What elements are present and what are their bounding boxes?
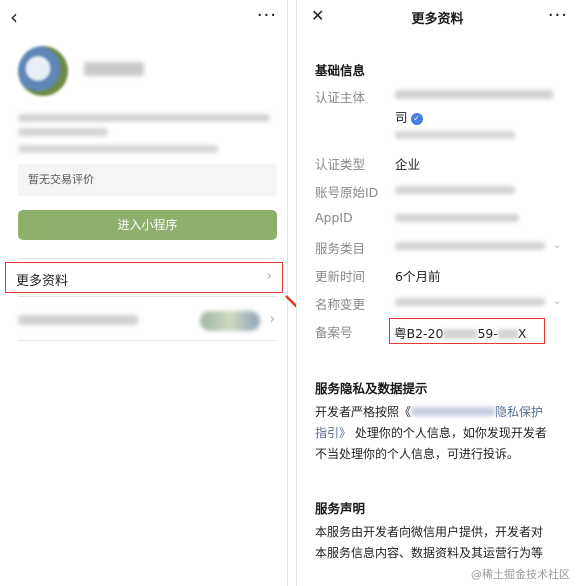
record-number-label: 备案号 [315, 325, 353, 340]
record-number-highlight: 粤B2-20 59- X [389, 318, 545, 344]
more-options-icon[interactable]: ··· [548, 6, 568, 26]
redacted-subject-extra [395, 131, 515, 139]
redacted-subject-value [395, 90, 553, 99]
update-time-value: 6个月前 [395, 269, 441, 284]
statement-paragraph: 本服务由开发者向微信用户提供，开发者对 本服务信息内容、数据资料及其运营行为等 [315, 525, 544, 560]
transaction-evaluation-box: 暂无交易评价 [18, 164, 277, 196]
chevron-right-icon: › [266, 269, 272, 284]
privacy-guide-link[interactable]: 指引》 [315, 426, 351, 440]
appid-label: AppID [315, 210, 353, 225]
redacted-subject-line [18, 145, 218, 153]
name-change-label: 名称变更 [315, 297, 366, 312]
redacted-related-row[interactable] [18, 315, 138, 325]
statement-heading: 服务声明 [315, 501, 366, 516]
divider [18, 258, 277, 259]
type-label: 认证类型 [315, 157, 366, 172]
right-top-bar: ✕ 更多资料 ··· [297, 0, 578, 36]
privacy-heading: 服务隐私及数据提示 [315, 381, 428, 396]
divider [18, 340, 277, 341]
more-info-panel: ✕ 更多资料 ··· 基础信息 认证主体 司 ✓ 认证类型 企业 账号原始ID A… [296, 0, 578, 586]
subject-value: 司 ✓ [395, 107, 423, 126]
back-arrow-icon[interactable]: ‹ [10, 6, 18, 28]
redacted-category [395, 242, 545, 250]
page-title: 更多资料 [411, 12, 464, 27]
redacted-description-line [18, 128, 108, 136]
redacted-app-name [84, 62, 144, 76]
category-label: 服务类目 [315, 241, 366, 256]
redacted-name-change [395, 298, 545, 306]
privacy-paragraph: 开发者严格按照《 隐私保护 指引》 处理你的个人信息，如你发现开发者 不当处理你的… [315, 405, 547, 461]
original-id-label: 账号原始ID [315, 185, 379, 200]
more-info-row[interactable]: 更多资料 › [5, 262, 283, 293]
privacy-guide-link[interactable]: 隐私保护 [495, 405, 543, 419]
subject-label: 认证主体 [315, 90, 366, 105]
verified-badge-icon: ✓ [410, 113, 423, 125]
enter-mini-program-button[interactable]: 进入小程序 [18, 210, 277, 240]
more-info-label: 更多资料 [16, 274, 69, 289]
type-value: 企业 [395, 157, 421, 172]
basic-info-heading: 基础信息 [315, 63, 366, 78]
left-top-bar: ‹ ··· [0, 0, 287, 36]
update-time-label: 更新时间 [315, 269, 366, 284]
mini-program-profile-panel: ‹ ··· 暂无交易评价 进入小程序 更多资料 › › [0, 0, 288, 586]
chevron-down-icon[interactable]: ⌄ [553, 294, 562, 307]
related-app-icons [200, 311, 260, 331]
more-options-icon[interactable]: ··· [257, 6, 277, 26]
record-number-value: 粤B2-20 59- X [394, 326, 527, 341]
redacted-original-id [395, 186, 515, 194]
divider [18, 296, 277, 297]
chevron-down-icon[interactable]: ⌄ [553, 238, 562, 251]
chevron-right-icon[interactable]: › [270, 312, 275, 327]
avatar [18, 46, 68, 96]
redacted-privacy-link[interactable] [411, 407, 496, 416]
redacted-appid [395, 214, 519, 222]
redacted-description-line [18, 114, 270, 122]
watermark: @稀土掘金技术社区 [471, 568, 570, 581]
